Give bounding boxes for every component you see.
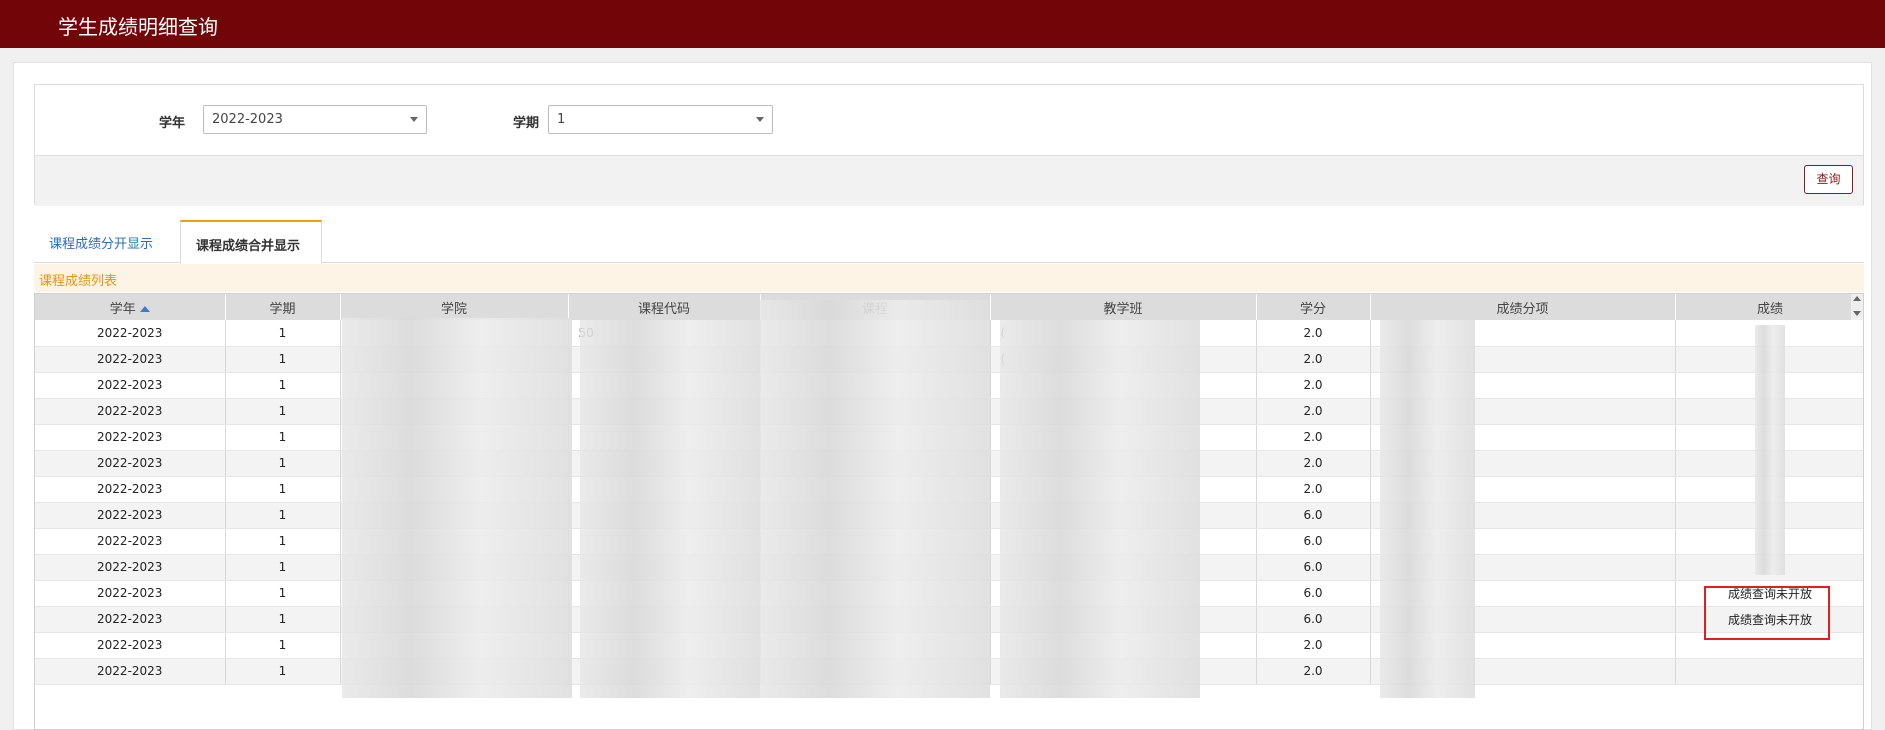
cell-year: 2022-2023	[35, 658, 226, 685]
cell-year: 2022-2023	[35, 476, 226, 503]
cell-credit: 2.0	[1256, 398, 1371, 425]
redacted-region	[1755, 325, 1785, 575]
top-header-bar: 学生成绩明细查询	[0, 0, 1885, 48]
cell-term: 1	[225, 424, 341, 451]
cell-term: 1	[225, 450, 341, 477]
list-title: 课程成绩列表	[34, 264, 1864, 292]
cell-credit: 6.0	[1256, 528, 1371, 555]
term-select[interactable]: 1	[548, 105, 773, 134]
scroll-up-icon[interactable]	[1853, 296, 1861, 301]
chevron-down-icon	[410, 117, 418, 122]
cell-year: 2022-2023	[35, 528, 226, 555]
term-select-value: 1	[557, 112, 566, 127]
cell-term: 1	[225, 606, 341, 633]
tab-separate-display[interactable]: 课程成绩分开显示	[34, 220, 179, 263]
page-title: 学生成绩明细查询	[58, 15, 218, 39]
tab-bar: 课程成绩分开显示 课程成绩合并显示	[34, 220, 1864, 264]
col-header-course-code[interactable]: 课程代码	[568, 294, 761, 320]
cell-year: 2022-2023	[35, 450, 226, 477]
cell-term: 1	[225, 658, 341, 685]
grid-scrollbar[interactable]	[1851, 294, 1863, 320]
cell-credit: 2.0	[1256, 632, 1371, 659]
scroll-down-icon[interactable]	[1853, 311, 1861, 316]
col-header-college[interactable]: 学院	[340, 294, 569, 320]
cell-year: 2022-2023	[35, 632, 226, 659]
year-select-value: 2022-2023	[212, 112, 283, 127]
redacted-region	[580, 320, 760, 698]
chevron-down-icon	[756, 117, 764, 122]
cell-term: 1	[225, 632, 341, 659]
year-select[interactable]: 2022-2023	[203, 105, 427, 134]
col-header-credit[interactable]: 学分	[1256, 294, 1371, 320]
cell-credit: 6.0	[1256, 580, 1371, 607]
col-header-year[interactable]: 学年	[35, 294, 226, 320]
query-button[interactable]: 查询	[1804, 165, 1853, 194]
cell-score	[1675, 632, 1863, 659]
cell-year: 2022-2023	[35, 320, 226, 347]
redacted-region	[1380, 320, 1475, 698]
cell-term: 1	[225, 320, 341, 347]
cell-credit: 6.0	[1256, 502, 1371, 529]
cell-credit: 2.0	[1256, 320, 1371, 347]
cell-year: 2022-2023	[35, 346, 226, 373]
filter-actions: 查询	[35, 155, 1863, 206]
redacted-region	[1000, 320, 1200, 698]
tab-merged-display[interactable]: 课程成绩合并显示	[180, 220, 322, 264]
cell-term: 1	[225, 502, 341, 529]
cell-year: 2022-2023	[35, 502, 226, 529]
cell-credit: 2.0	[1256, 476, 1371, 503]
cell-term: 1	[225, 398, 341, 425]
cell-year: 2022-2023	[35, 606, 226, 633]
cell-credit: 2.0	[1256, 658, 1371, 685]
col-header-score[interactable]: 成绩	[1675, 294, 1863, 320]
cell-year: 2022-2023	[35, 372, 226, 399]
filter-form: 学年 2022-2023 学期 1 查询	[34, 84, 1864, 206]
cell-term: 1	[225, 528, 341, 555]
redacted-region	[760, 300, 990, 698]
col-header-class[interactable]: 教学班	[990, 294, 1257, 320]
cell-credit: 2.0	[1256, 346, 1371, 373]
cell-year: 2022-2023	[35, 398, 226, 425]
col-header-term[interactable]: 学期	[225, 294, 341, 320]
cell-score: 成绩查询未开放	[1675, 580, 1863, 607]
cell-credit: 2.0	[1256, 424, 1371, 451]
cell-term: 1	[225, 372, 341, 399]
sort-asc-icon[interactable]	[139, 306, 150, 312]
cell-score	[1675, 658, 1863, 685]
cell-credit: 6.0	[1256, 554, 1371, 581]
cell-credit: 2.0	[1256, 372, 1371, 399]
cell-term: 1	[225, 554, 341, 581]
cell-credit: 2.0	[1256, 450, 1371, 477]
col-header-score-items[interactable]: 成绩分项	[1370, 294, 1676, 320]
cell-term: 1	[225, 476, 341, 503]
cell-term: 1	[225, 580, 341, 607]
year-label: 学年	[159, 116, 186, 131]
cell-score: 成绩查询未开放	[1675, 606, 1863, 633]
cell-year: 2022-2023	[35, 580, 226, 607]
cell-year: 2022-2023	[35, 554, 226, 581]
cell-year: 2022-2023	[35, 424, 226, 451]
redacted-region	[342, 318, 572, 698]
cell-credit: 6.0	[1256, 606, 1371, 633]
cell-term: 1	[225, 346, 341, 373]
term-label: 学期	[513, 116, 540, 131]
